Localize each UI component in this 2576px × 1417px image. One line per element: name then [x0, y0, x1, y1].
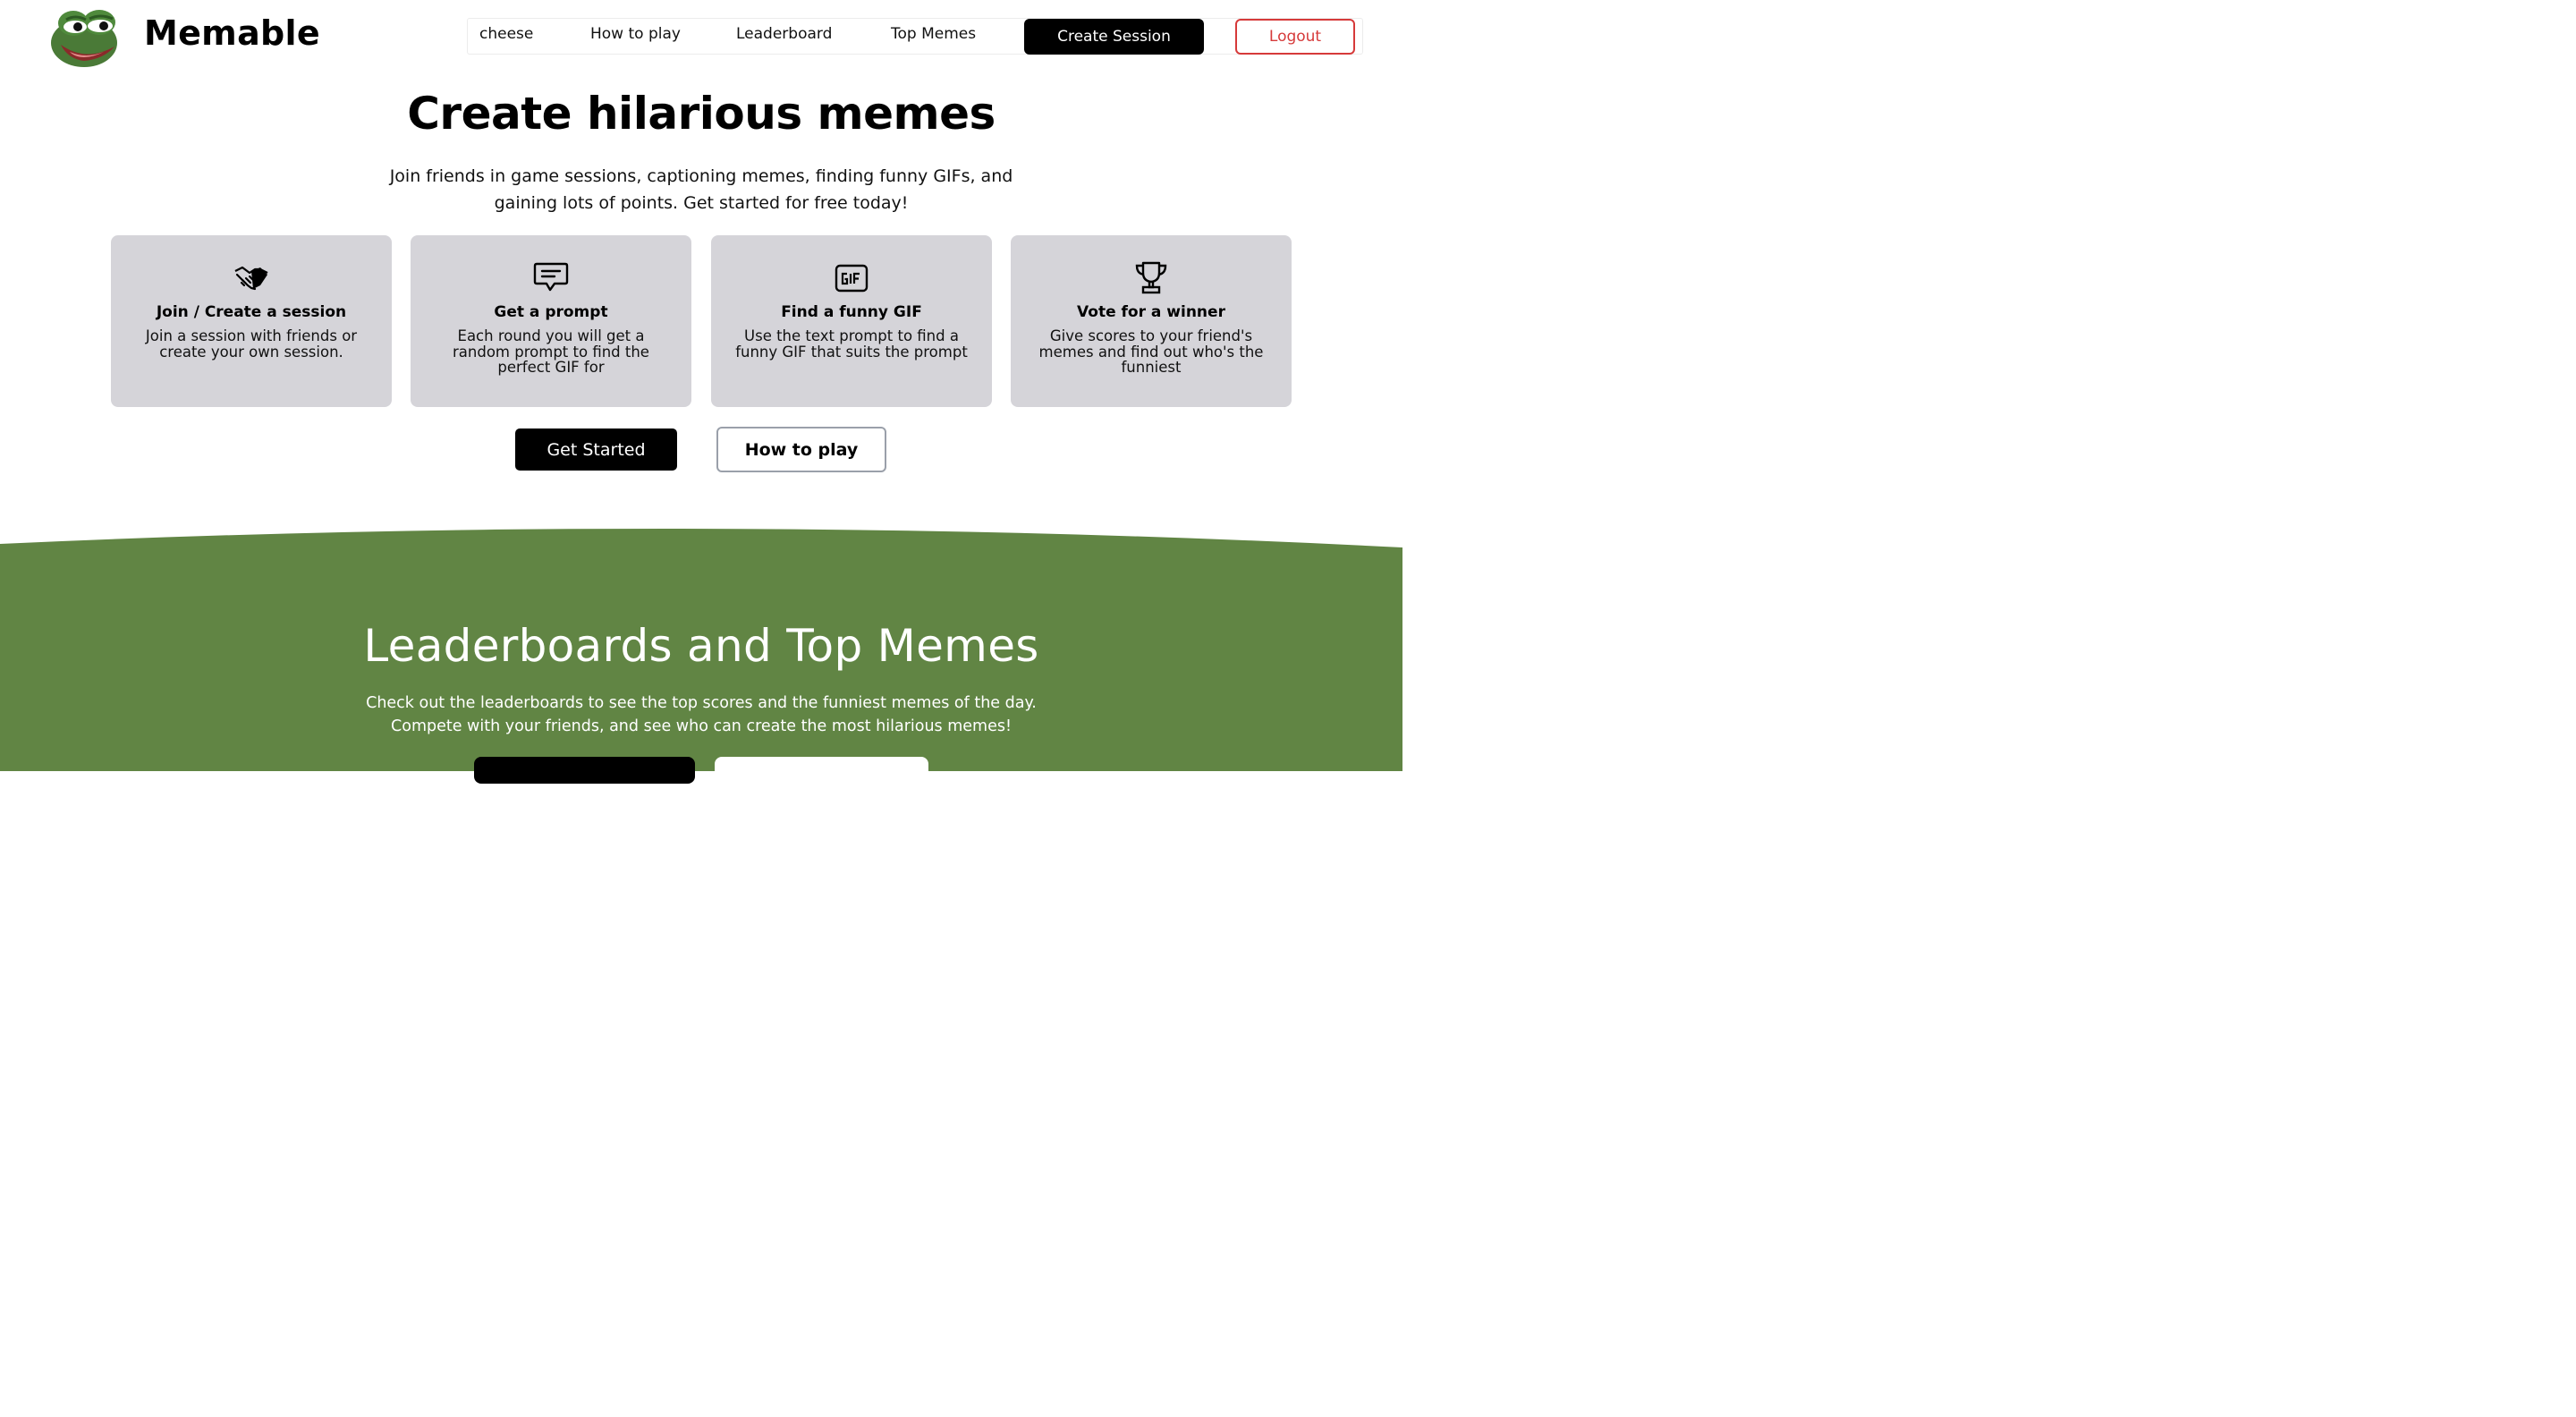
- logout-button[interactable]: Logout: [1235, 19, 1355, 55]
- feature-card-vote: Vote for a winner Give scores to your fr…: [1011, 235, 1292, 407]
- how-to-play-button[interactable]: How to play: [716, 427, 886, 472]
- hero-title: Create hilarious memes: [407, 88, 996, 140]
- nav-leaderboard[interactable]: Leaderboard: [736, 25, 832, 43]
- leaderboard-button[interactable]: [474, 757, 695, 784]
- feature-description: Each round you will get a random prompt …: [453, 327, 649, 376]
- top-header: Memable cheese How to play Leaderboard T…: [0, 0, 1402, 75]
- leaderboards-title: Leaderboards and Top Memes: [363, 620, 1039, 672]
- create-session-button[interactable]: Create Session: [1024, 19, 1204, 55]
- leaderboards-subtitle-line2: Compete with your friends, and see who c…: [391, 717, 1012, 735]
- brand-name[interactable]: Memable: [144, 13, 320, 53]
- feature-card-prompt: Get a prompt Each round you will get a r…: [411, 235, 691, 407]
- feature-title: Vote for a winner: [1077, 303, 1225, 321]
- gif-icon: [835, 264, 869, 293]
- hero-subtitle: Join friends in game sessions, captionin…: [343, 163, 1059, 216]
- hero-subtitle-line1: Join friends in game sessions, captionin…: [389, 166, 1013, 186]
- feature-title: Get a prompt: [494, 303, 608, 321]
- nav-how-to-play[interactable]: How to play: [590, 25, 681, 43]
- leaderboards-subtitle: Check out the leaderboards to see the to…: [299, 692, 1104, 738]
- get-started-button[interactable]: Get Started: [515, 428, 677, 471]
- feature-card-join: Join / Create a session Join a session w…: [111, 235, 392, 407]
- feature-card-gif: Find a funny GIF Use the text prompt to …: [711, 235, 992, 407]
- nav-top-memes[interactable]: Top Memes: [891, 25, 976, 43]
- feature-description: Join a session with friends or create yo…: [145, 327, 358, 361]
- feature-title: Find a funny GIF: [781, 303, 922, 321]
- trophy-icon: [1135, 261, 1167, 294]
- feature-description: Give scores to your friend's memes and f…: [1038, 327, 1264, 376]
- leaderboards-subtitle-line1: Check out the leaderboards to see the to…: [366, 694, 1037, 712]
- nav-username[interactable]: cheese: [479, 25, 533, 43]
- frog-logo-icon[interactable]: [50, 7, 122, 68]
- handshake-icon: [234, 266, 268, 291]
- hero-subtitle-line2: gaining lots of points. Get started for …: [494, 193, 909, 213]
- feature-description: Use the text prompt to find a funny GIF …: [735, 327, 968, 361]
- chat-bubble-icon: [533, 262, 569, 292]
- feature-title: Join / Create a session: [156, 303, 347, 321]
- top-memes-button[interactable]: [715, 757, 928, 784]
